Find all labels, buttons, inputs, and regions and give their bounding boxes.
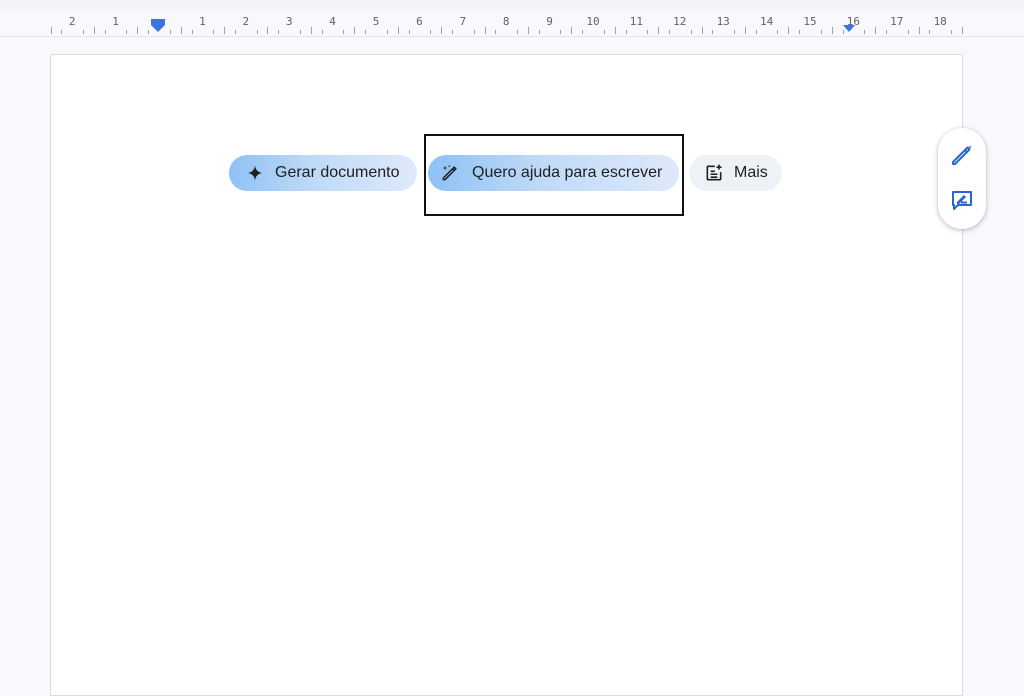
ruler-number: 15	[803, 15, 817, 28]
ruler-tick	[137, 27, 138, 34]
ruler-tick	[181, 27, 182, 34]
document-add-icon	[704, 163, 724, 183]
ruler-tick	[83, 30, 84, 34]
highlight-annotation	[424, 134, 684, 216]
ruler-number: 12	[673, 15, 687, 28]
ruler-tick	[560, 30, 561, 34]
ruler-number: 13	[716, 15, 730, 28]
right-indent-handle[interactable]	[843, 25, 855, 32]
ruler-tick	[908, 30, 909, 34]
ruler-tick	[105, 30, 106, 34]
ruler-tick	[571, 27, 572, 34]
ruler-number: 1	[199, 15, 206, 28]
ruler-tick	[745, 27, 746, 34]
ruler-tick	[951, 30, 952, 34]
ruler-number: 8	[502, 15, 510, 28]
side-actions-panel	[938, 128, 986, 229]
ruler-tick	[267, 27, 268, 34]
ruler-tick	[257, 30, 258, 34]
ruler-tick	[311, 27, 312, 34]
ruler-number: 3	[285, 15, 293, 28]
ruler-number: 1	[112, 15, 119, 28]
ruler-tick	[343, 30, 344, 34]
ruler-tick	[712, 30, 713, 34]
ruler-tick	[51, 27, 52, 34]
ruler-tick	[94, 27, 95, 34]
toolbar-edge	[0, 0, 1024, 9]
suggest-edit-side-button[interactable]	[950, 190, 974, 214]
ruler-tick	[322, 30, 323, 34]
ruler-number: 14	[759, 15, 774, 28]
ruler-tick	[734, 30, 735, 34]
ruler-tick	[669, 30, 670, 34]
ruler-tick	[398, 27, 399, 34]
ruler-number: 17	[890, 15, 904, 28]
ruler-tick	[235, 30, 236, 34]
ruler-tick	[702, 27, 703, 34]
ruler-tick	[919, 27, 920, 34]
ruler-tick	[441, 27, 442, 34]
ruler-tick	[821, 30, 822, 34]
ruler-tick	[756, 30, 757, 34]
ruler-tick	[148, 30, 149, 34]
ruler-number: 9	[546, 15, 553, 28]
ruler-tick	[604, 30, 605, 34]
ruler-tick	[528, 27, 529, 34]
ruler-tick	[864, 30, 865, 34]
ruler-number: 18	[933, 15, 947, 28]
ruler-tick	[192, 30, 193, 34]
ruler-tick	[474, 30, 475, 34]
ruler-tick	[354, 27, 355, 34]
ruler-tick	[799, 30, 800, 34]
ruler-tick	[495, 30, 496, 34]
ruler-tick	[213, 30, 214, 34]
generate-document-button[interactable]: Gerar documento	[229, 155, 417, 191]
ruler-number: 11	[629, 15, 644, 28]
ruler-tick	[485, 27, 486, 34]
ruler-tick	[300, 30, 301, 34]
ruler-tick	[365, 30, 366, 34]
ruler-number: 2	[242, 15, 250, 28]
ruler-tick	[126, 30, 127, 34]
ruler-number: 7	[459, 15, 467, 28]
ruler-tick	[61, 30, 62, 34]
ruler-tick	[582, 30, 583, 34]
more-label: Mais	[734, 164, 768, 181]
ruler-tick	[170, 30, 171, 34]
ruler-number: 5	[372, 15, 380, 28]
more-button[interactable]: Mais	[689, 155, 782, 191]
ruler-tick	[452, 30, 453, 34]
ruler-tick	[539, 30, 540, 34]
ruler-tick	[658, 27, 659, 34]
ruler-tick	[430, 30, 431, 34]
edit-comment-icon	[950, 188, 974, 217]
ruler-tick	[886, 30, 887, 34]
ruler-tick	[626, 30, 627, 34]
ruler-tick	[788, 27, 789, 34]
ruler-tick	[224, 27, 225, 34]
horizontal-ruler[interactable]: 2 1 1 2 3 4 5 6 7 8 9 10 11 12 13 14 15 16 17 18	[0, 9, 1024, 37]
ruler-number: 2	[68, 15, 76, 28]
ruler-tick	[647, 30, 648, 34]
help-me-write-side-button[interactable]	[950, 143, 974, 172]
ruler-tick	[832, 27, 833, 34]
magic-pen-icon	[950, 143, 974, 172]
ruler-number: 6	[416, 15, 423, 28]
sparkle-icon	[245, 163, 265, 183]
ruler-tick	[387, 30, 388, 34]
ruler-tick	[517, 30, 518, 34]
ruler-number: 4	[329, 15, 336, 28]
ruler-tick	[875, 27, 876, 34]
ruler-tick	[278, 30, 279, 34]
ruler-tick	[615, 27, 616, 34]
generate-document-label: Gerar documento	[275, 164, 400, 181]
ruler-tick	[929, 30, 930, 34]
ruler-number: 10	[586, 15, 600, 28]
ruler-tick	[962, 27, 963, 34]
left-indent-handle[interactable]	[151, 25, 165, 32]
ruler-tick	[777, 30, 778, 34]
ruler-tick	[691, 30, 692, 34]
ruler-tick	[409, 30, 410, 34]
